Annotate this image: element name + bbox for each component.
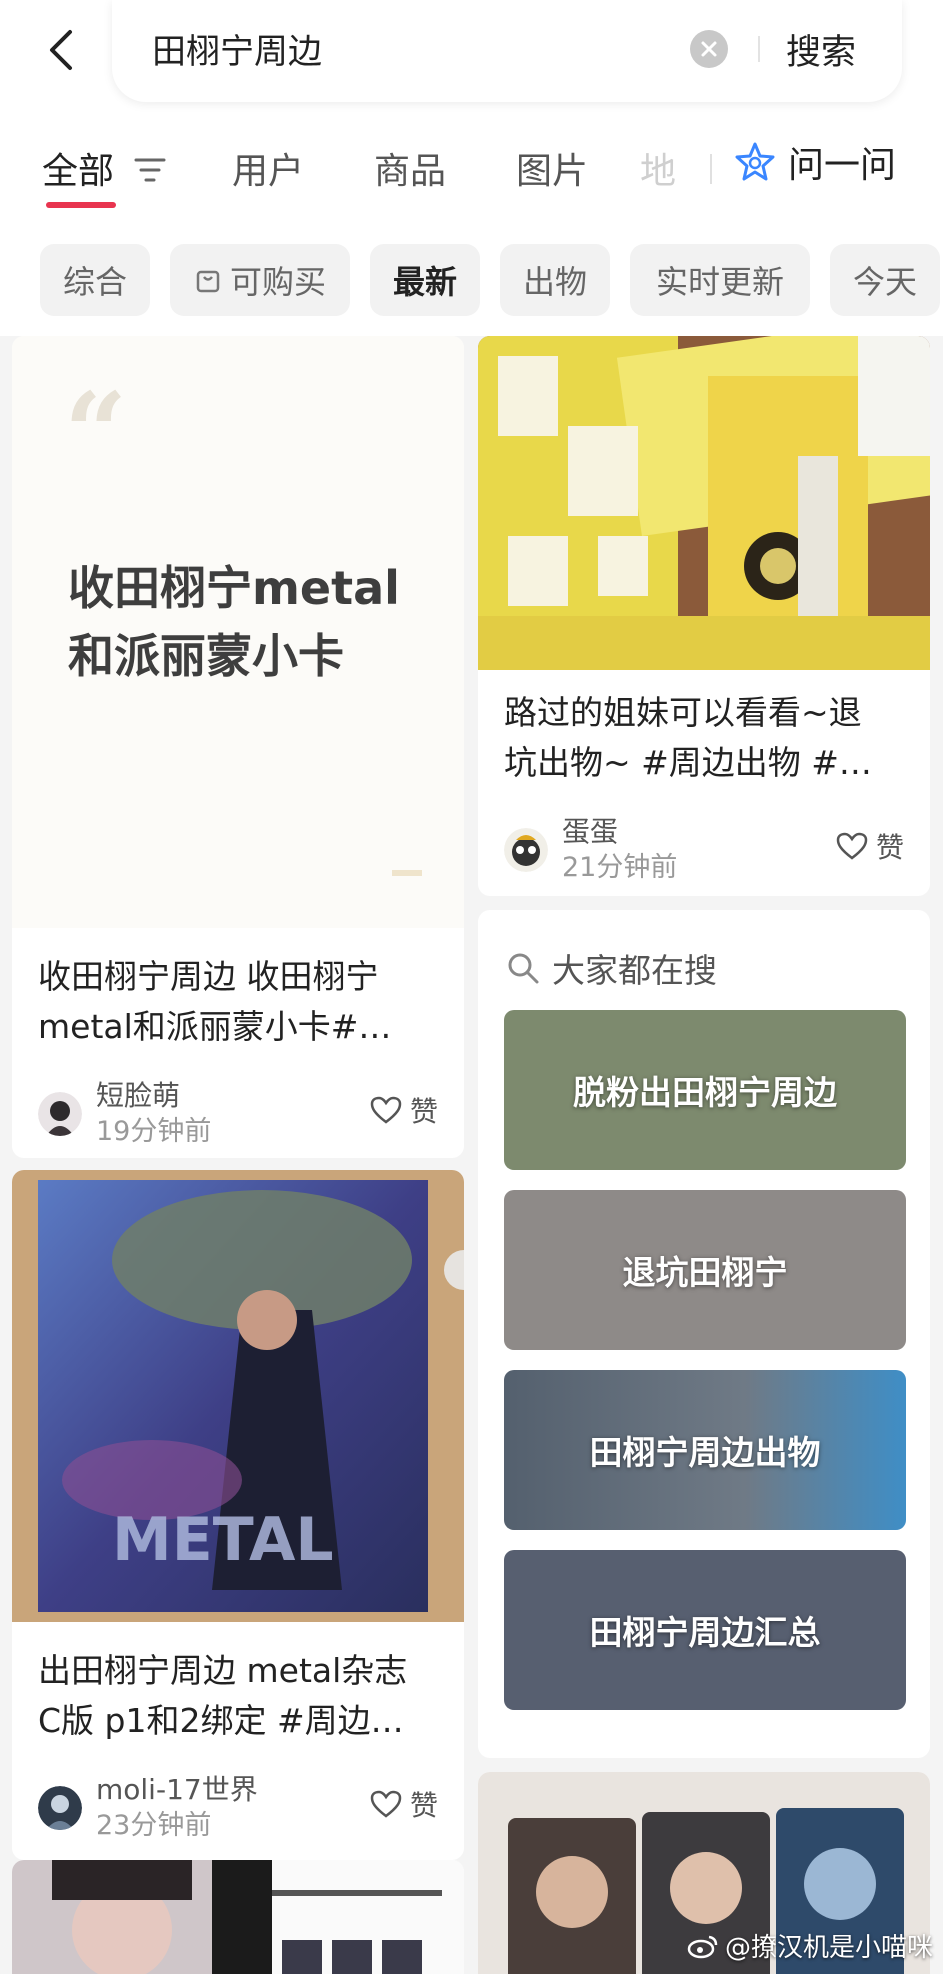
suggestions-title: 大家都在搜 [552,951,717,990]
chip-label: 实时更新 [655,263,784,301]
like-button[interactable]: 赞 [836,826,904,866]
suggestion-label: 田栩宁周边出物 [589,1433,821,1472]
active-tab-indicator [46,202,116,208]
avatar [38,1786,82,1830]
like-button[interactable]: 赞 [370,1090,438,1130]
like-label: 赞 [409,1095,438,1128]
post-title-line: 出田栩宁周边 metal杂志 [38,1651,408,1690]
watermark: @撩汉机是小喵咪 [687,1927,933,1964]
post-time: 23分钟前 [96,1810,212,1841]
suggestion-item[interactable]: 田栩宁周边汇总 [504,1550,906,1710]
search-header: 田栩宁周边 搜索 [0,0,943,112]
suggestion-item[interactable]: 退坑田栩宁 [504,1190,906,1350]
post-title-line: 路过的姐妹可以看看~退 [504,693,862,732]
post-time: 19分钟前 [96,1116,212,1147]
watermark-text: @撩汉机是小喵咪 [724,1933,933,1963]
avatar [504,828,548,872]
chip-label: 出物 [522,263,587,301]
ask-button[interactable]: 问一问 [734,136,896,188]
post-title-line: 坑出物~ #周边出物 #… [504,743,872,782]
heart-icon [370,1096,402,1124]
suggestions-card: 大家都在搜 脱粉出田栩宁周边 退坑田栩宁 田栩宁周边出物 田栩宁周边汇总 [478,910,930,1758]
tab-products[interactable]: 商品 [374,142,446,194]
search-button[interactable]: 搜索 [786,24,856,75]
chip-label: 最新 [392,263,457,301]
heart-icon [836,832,868,860]
results-feed: “ 收田栩宁metal和派丽蒙小卡 收田栩宁周边 收田栩宁 metal和派丽蒙小… [0,336,943,1974]
chip-today[interactable]: 今天 [830,244,940,316]
tab-separator [710,154,712,184]
post-cover-image: METAL [12,1170,464,1622]
post-cover: “ 收田栩宁metal和派丽蒙小卡 [12,336,464,928]
like-label: 赞 [875,831,904,864]
post-card[interactable]: “ 收田栩宁metal和派丽蒙小卡 收田栩宁周边 收田栩宁 metal和派丽蒙小… [12,336,464,1158]
suggestion-label: 田栩宁周边汇总 [589,1613,821,1652]
chip-latest[interactable]: 最新 [370,244,480,316]
heart-icon [370,1790,402,1818]
filter-chips: 综合 可购买 最新 出物 实时更新 今天 [0,244,943,316]
post-title-line: 收田栩宁周边 收田栩宁 [38,957,379,996]
suggestions-heading: 大家都在搜 [506,944,717,992]
post-time: 21分钟前 [562,852,678,883]
weibo-icon [687,1935,718,1958]
author-name: moli-17世界 [96,1773,258,1806]
star-icon [735,142,775,181]
post-author[interactable]: 蛋蛋 21分钟前 [504,814,677,886]
post-title-line: C版 p1和2绑定 #周边… [38,1701,404,1740]
shopping-bag-icon [196,270,220,293]
post-card[interactable]: METAL 出田栩宁周边 metal杂志 C版 p1和2绑定 #周边… moli… [12,1170,464,1860]
author-name: 蛋蛋 [562,815,619,848]
chip-purchasable[interactable]: 可购买 [170,244,350,316]
search-bar[interactable]: 田栩宁周边 搜索 [112,0,902,102]
clear-search-button[interactable] [690,30,728,68]
quote-icon: “ [64,368,128,497]
suggestion-item[interactable]: 脱粉出田栩宁周边 [504,1010,906,1170]
tab-users[interactable]: 用户 [232,142,304,194]
tab-map[interactable]: 地 [640,142,676,194]
cover-decoration [392,870,422,876]
chip-label: 今天 [852,263,917,301]
post-title: 收田栩宁周边 收田栩宁 metal和派丽蒙小卡#… [38,952,391,1052]
cover-text: 收田栩宁metal和派丽蒙小卡 [68,561,400,683]
post-author[interactable]: 短脸萌 19分钟前 [38,1078,211,1150]
chip-label: 可购买 [229,263,326,301]
back-button[interactable] [36,22,84,78]
chevron-left-icon [50,30,72,70]
post-cover-image [478,336,930,670]
chip-comprehensive[interactable]: 综合 [40,244,150,316]
search-separator [758,36,760,62]
ask-label: 问一问 [788,145,897,186]
chip-label: 综合 [62,263,127,301]
post-card[interactable]: 路过的姐妹可以看看~退 坑出物~ #周边出物 #… 蛋蛋 21分钟前 赞 [478,336,930,896]
post-title: 出田栩宁周边 metal杂志 C版 p1和2绑定 #周边… [38,1646,407,1746]
post-title: 路过的姐妹可以看看~退 坑出物~ #周边出物 #… [504,688,872,788]
post-card[interactable] [12,1860,464,1974]
search-input[interactable]: 田栩宁周边 [152,24,322,73]
close-icon [701,41,717,57]
post-title-line: metal和派丽蒙小卡#… [38,1007,392,1046]
post-author[interactable]: moli-17世界 23分钟前 [38,1772,258,1844]
avatar [38,1092,82,1136]
tab-images[interactable]: 图片 [516,142,588,194]
like-label: 赞 [409,1789,438,1822]
like-button[interactable]: 赞 [370,1784,438,1824]
search-icon [508,953,539,984]
filter-icon[interactable] [134,156,166,184]
chip-realtime[interactable]: 实时更新 [630,244,810,316]
cover-text: METAL [112,1505,334,1575]
suggestion-label: 脱粉出田栩宁周边 [573,1073,837,1112]
suggestion-item[interactable]: 田栩宁周边出物 [504,1370,906,1530]
author-name: 短脸萌 [96,1079,181,1112]
tab-all[interactable]: 全部 [42,142,114,194]
post-cover-image [12,1860,464,1974]
chip-sale[interactable]: 出物 [500,244,610,316]
suggestion-label: 退坑田栩宁 [622,1253,788,1292]
search-tabs: 全部 用户 商品 图片 地 问一问 [0,112,943,224]
